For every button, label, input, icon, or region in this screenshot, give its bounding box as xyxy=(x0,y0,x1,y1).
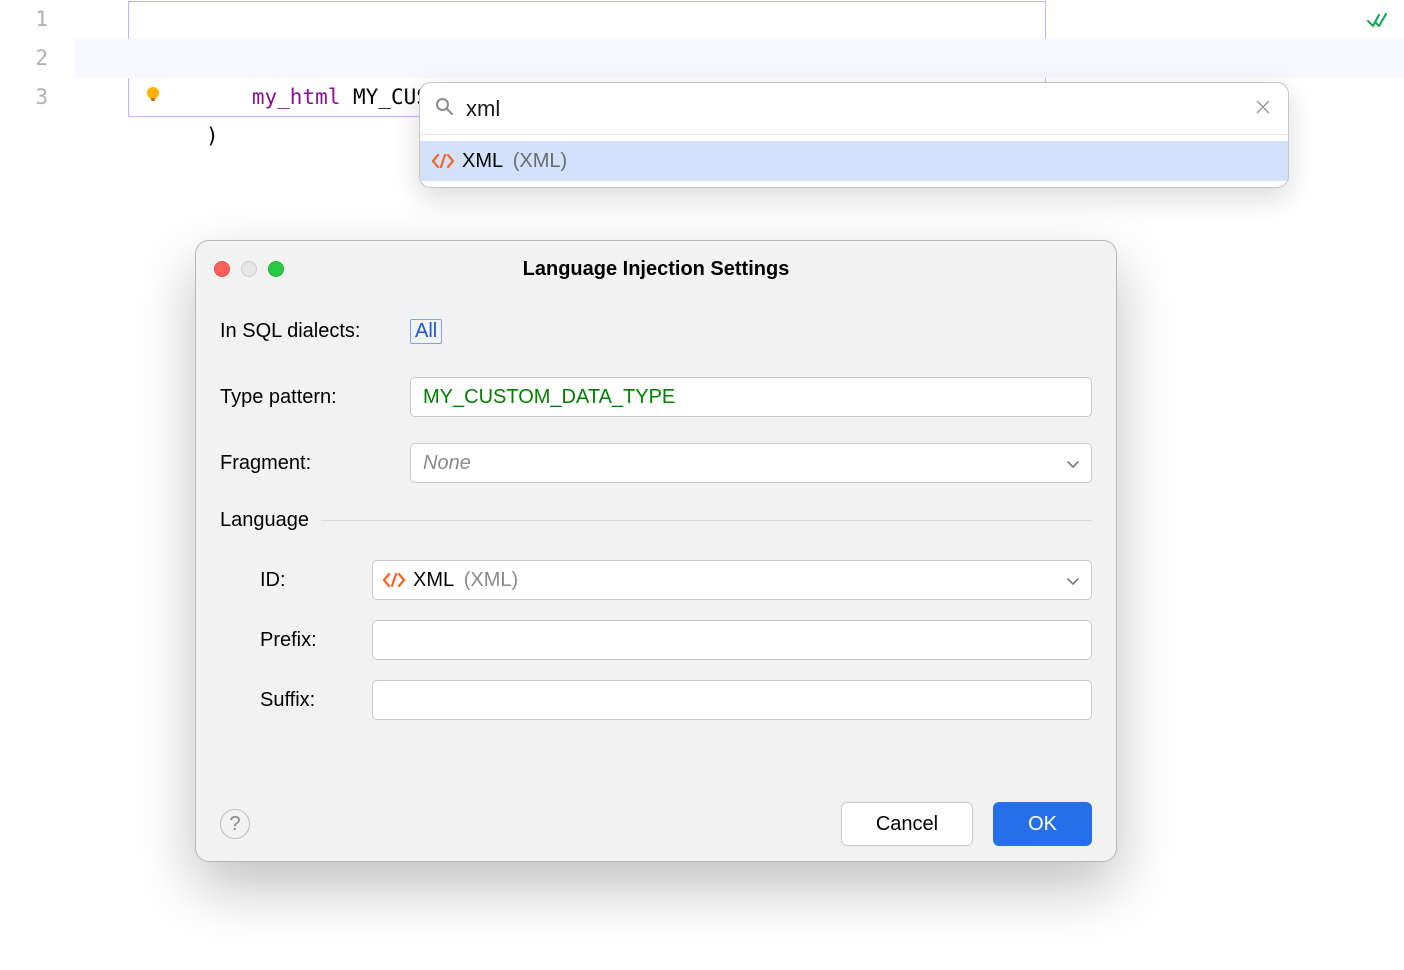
language-id-row: ID: XML (XML) xyxy=(220,560,1092,600)
line-number: 1 xyxy=(0,0,48,39)
code-line[interactable]: my_html MY_CUSTOM_DATA_TYPE DEFAULT '<h1… xyxy=(74,39,1404,78)
language-section-label: Language xyxy=(220,509,309,532)
line-number: 2 xyxy=(0,39,48,78)
ok-button[interactable]: OK xyxy=(993,802,1092,846)
language-id-label: ID: xyxy=(220,569,372,592)
cancel-button[interactable]: Cancel xyxy=(841,802,973,846)
xml-tag-icon xyxy=(383,571,405,589)
prefix-label: Prefix: xyxy=(220,629,372,652)
prefix-row: Prefix: xyxy=(220,620,1092,660)
punctuation: ) xyxy=(206,124,219,148)
inspections-ok-icon[interactable] xyxy=(1365,8,1389,37)
help-button[interactable]: ? xyxy=(220,809,250,839)
suffix-input[interactable] xyxy=(372,680,1092,720)
search-icon xyxy=(434,96,454,121)
injection-settings-dialog: Language Injection Settings In SQL diale… xyxy=(195,240,1117,862)
fragment-row: Fragment: None xyxy=(220,443,1092,483)
separator-line xyxy=(321,520,1092,521)
window-minimize-icon[interactable] xyxy=(241,261,257,277)
dialog-title: Language Injection Settings xyxy=(523,258,790,281)
dialog-titlebar[interactable]: Language Injection Settings xyxy=(196,241,1116,297)
dialog-body: In SQL dialects: All Type pattern: Fragm… xyxy=(196,297,1116,787)
fragment-label: Fragment: xyxy=(220,452,410,475)
dialects-label: In SQL dialects: xyxy=(220,320,410,343)
dialects-link[interactable]: All xyxy=(410,319,442,344)
language-id-combo[interactable]: XML (XML) xyxy=(372,560,1092,600)
code-line[interactable]: CREATE TABLE my_table( xyxy=(78,0,1404,39)
spacer xyxy=(420,181,1288,187)
fragment-select[interactable]: None xyxy=(410,443,1092,483)
window-traffic-lights[interactable] xyxy=(214,261,284,277)
type-pattern-input[interactable] xyxy=(410,377,1092,417)
autocomplete-item-secondary xyxy=(505,150,511,173)
xml-tag-icon xyxy=(432,152,454,170)
close-icon[interactable] xyxy=(1252,94,1274,123)
autocomplete-search-row xyxy=(420,83,1288,135)
chevron-down-icon xyxy=(1067,569,1079,592)
fragment-value: None xyxy=(423,452,471,475)
line-number: 3 xyxy=(0,78,48,117)
type-pattern-row: Type pattern: xyxy=(220,377,1092,417)
autocomplete-popup: XML (XML) xyxy=(419,82,1289,188)
language-id-secondary xyxy=(456,569,462,592)
type-pattern-label: Type pattern: xyxy=(220,386,410,409)
suffix-row: Suffix: xyxy=(220,680,1092,720)
line-gutter: 1 2 3 xyxy=(0,0,78,117)
autocomplete-search-input[interactable] xyxy=(454,95,1252,123)
autocomplete-item[interactable]: XML (XML) xyxy=(420,141,1288,181)
suffix-label: Suffix: xyxy=(220,689,372,712)
window-close-icon[interactable] xyxy=(214,261,230,277)
window-zoom-icon[interactable] xyxy=(268,261,284,277)
chevron-down-icon xyxy=(1067,452,1079,475)
autocomplete-item-secondary: (XML) xyxy=(513,150,567,173)
dialects-row: In SQL dialects: All xyxy=(220,311,1092,351)
prefix-input[interactable] xyxy=(372,620,1092,660)
autocomplete-item-label: XML xyxy=(462,150,503,173)
intention-bulb-icon[interactable] xyxy=(143,84,163,104)
language-section-header: Language xyxy=(220,509,1092,532)
dialog-footer: ? Cancel OK xyxy=(196,787,1116,861)
language-id-value: XML xyxy=(413,569,454,592)
language-id-secondary: (XML) xyxy=(464,569,518,592)
